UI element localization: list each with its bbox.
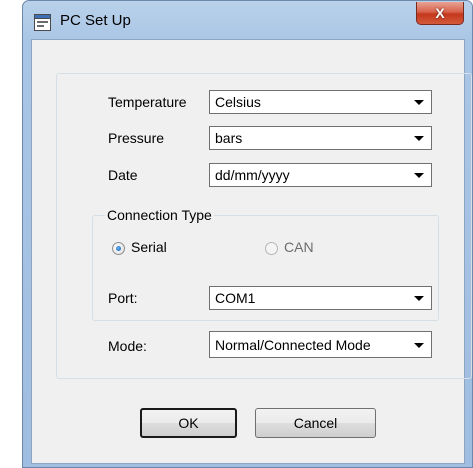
serial-label[interactable]: Serial	[131, 239, 167, 255]
port-value: COM1	[215, 290, 256, 306]
temperature-select[interactable]: Celsius	[209, 90, 432, 114]
pc-setup-window: PC Set Up X Temperature Celsius Pressure…	[22, 0, 473, 468]
dialog-client-area: Temperature Celsius Pressure bars Date d…	[31, 39, 472, 464]
mode-label: Mode:	[108, 338, 147, 354]
chevron-down-icon	[414, 136, 424, 141]
temperature-value: Celsius	[215, 94, 261, 110]
pressure-value: bars	[215, 130, 243, 146]
screenshot-stage: PC Set Up X Temperature Celsius Pressure…	[0, 0, 473, 468]
port-select[interactable]: COM1	[209, 286, 432, 310]
title-bar[interactable]: PC Set Up X	[23, 1, 472, 39]
chevron-down-icon	[414, 100, 424, 105]
pressure-label: Pressure	[108, 130, 165, 146]
pressure-select[interactable]: bars	[209, 126, 432, 150]
radio-can[interactable]	[265, 242, 278, 255]
close-button[interactable]: X	[416, 2, 464, 25]
chevron-down-icon	[414, 296, 424, 301]
radio-serial[interactable]	[112, 242, 125, 255]
ok-button[interactable]: OK	[140, 408, 237, 438]
can-label[interactable]: CAN	[284, 239, 314, 255]
temperature-label: Temperature	[108, 94, 187, 110]
mode-select[interactable]: Normal/Connected Mode	[209, 331, 432, 358]
radio-selected-dot	[116, 246, 121, 251]
date-value: dd/mm/yyyy	[215, 167, 290, 183]
app-window-icon	[34, 14, 51, 31]
cancel-button[interactable]: Cancel	[255, 408, 376, 438]
window-title: PC Set Up	[60, 12, 131, 29]
close-icon: X	[435, 5, 445, 21]
connection-type-legend: Connection Type	[105, 207, 214, 223]
date-format-select[interactable]: dd/mm/yyyy	[209, 163, 432, 187]
chevron-down-icon	[414, 173, 424, 178]
chevron-down-icon	[414, 343, 424, 348]
mode-value: Normal/Connected Mode	[215, 337, 371, 353]
date-label: Date	[108, 167, 138, 183]
port-label: Port:	[108, 290, 138, 306]
